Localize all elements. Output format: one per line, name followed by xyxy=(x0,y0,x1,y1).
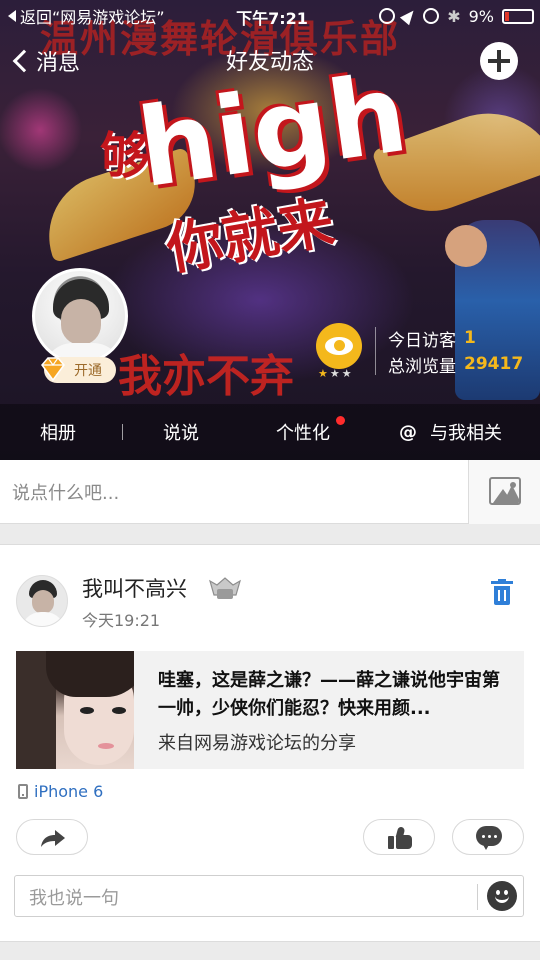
cover-dancer-head xyxy=(445,225,487,267)
tab-personalize-label: 个性化 xyxy=(276,423,330,444)
level-badge-icon xyxy=(209,577,241,599)
thumb-bangs xyxy=(46,651,134,697)
visitor-level-stars: ★ ★ ★ xyxy=(318,367,362,381)
share-button[interactable] xyxy=(16,819,88,855)
notification-dot xyxy=(336,416,345,425)
share-icon xyxy=(41,830,65,847)
visitors-today-count: 1 xyxy=(464,328,476,348)
reply-box: 我也说一句 xyxy=(14,875,524,917)
page-title: 好友动态 xyxy=(225,50,314,75)
divider xyxy=(375,327,376,375)
total-views-label: 总浏览量 xyxy=(388,356,456,377)
avatar-face xyxy=(61,299,101,345)
diamond-icon xyxy=(41,357,65,382)
profile-avatar[interactable] xyxy=(32,268,128,364)
thumbs-up-icon xyxy=(388,826,412,849)
tab-related-label: 与我相关 xyxy=(430,423,502,444)
return-to-app-label: 返回“网易游戏论坛” xyxy=(20,8,165,27)
comment-dot xyxy=(488,835,491,838)
star-icon: ★ xyxy=(341,367,352,380)
avatar-shirt xyxy=(21,612,65,626)
visitors-today-label: 今日访客 xyxy=(388,330,456,351)
delete-icon[interactable] xyxy=(491,579,513,605)
thumb-hand xyxy=(396,835,412,849)
tab-personalize[interactable]: 个性化 xyxy=(276,420,330,444)
tab-divider xyxy=(122,424,123,440)
thumb-eye xyxy=(112,707,126,714)
thumb-stem xyxy=(388,836,394,849)
post-author[interactable]: 我叫不高兴 xyxy=(82,573,187,603)
shared-thumbnail xyxy=(16,651,134,769)
thumb-lip xyxy=(98,743,114,749)
avatar-face xyxy=(32,590,54,614)
visitors-today[interactable]: 今日访客 1 xyxy=(388,326,476,351)
trash-bin xyxy=(494,586,510,605)
orientation-lock-icon xyxy=(379,8,396,24)
nav-bar: 消息 好友动态 xyxy=(0,36,540,86)
total-views-count: 29417 xyxy=(464,354,524,374)
tab-moments-label: 说说 xyxy=(163,423,199,444)
reply-placeholder: 我也说一句 xyxy=(29,888,119,909)
star-icon: ★ xyxy=(318,367,328,380)
thumb-eye xyxy=(80,707,94,714)
post-time: 今天19:21 xyxy=(82,611,161,630)
emoji-icon[interactable] xyxy=(487,881,517,911)
back-button[interactable]: 消息 xyxy=(10,42,80,80)
chevron-left-icon xyxy=(12,49,36,73)
back-triangle-icon xyxy=(8,10,16,22)
profile-cover: 温州漫舞轮滑俱乐部 够 high 你就来 我亦不弃 返回“网易游戏论坛” 下午7… xyxy=(0,0,540,460)
feed-post: 我叫不高兴 今天19:21 哇塞，这是薛之谦？——薛之谦说他宇宙第一帅，少侠你们… xyxy=(0,544,540,942)
return-to-app-link[interactable]: 返回“网易游戏论坛” xyxy=(8,5,165,27)
eye-pupil xyxy=(334,340,345,351)
trash-lid xyxy=(491,581,513,584)
tab-related-to-me[interactable]: @ 与我相关 xyxy=(398,420,502,445)
device-name: iPhone 6 xyxy=(34,781,104,801)
vip-open-label: 开通 xyxy=(74,363,102,379)
comment-dot xyxy=(494,835,497,838)
avatar[interactable] xyxy=(16,575,68,627)
tab-moments[interactable]: 说说 xyxy=(163,420,199,444)
image-icon xyxy=(489,477,521,505)
shared-source: 来自网易游戏论坛的分享 xyxy=(158,733,356,754)
tab-album-label: 相册 xyxy=(40,423,76,444)
comment-icon xyxy=(476,826,502,850)
comment-dot xyxy=(482,835,485,838)
reply-input[interactable]: 我也说一句 xyxy=(29,884,469,910)
bluetooth-icon: ✱ xyxy=(447,6,461,26)
profile-tabs: 相册 说说 个性化 @ 与我相关 xyxy=(0,404,540,460)
status-bar: 返回“网易游戏论坛” 下午7:21 ✱ 9% xyxy=(0,0,540,30)
tab-album[interactable]: 相册 xyxy=(40,420,76,444)
alarm-icon xyxy=(423,8,440,24)
status-input-placeholder: 说点什么吧... xyxy=(12,483,120,504)
comment-button[interactable] xyxy=(452,819,524,855)
add-photo-button[interactable] xyxy=(468,460,540,524)
post-composer: 说点什么吧... xyxy=(0,460,540,524)
at-icon: @ xyxy=(399,421,417,443)
battery-icon xyxy=(502,8,534,24)
back-label: 消息 xyxy=(36,51,81,76)
total-views[interactable]: 总浏览量 29417 xyxy=(388,352,524,377)
shared-title: 哇塞，这是薛之谦？——薛之谦说他宇宙第一帅，少侠你们能忍？快来用颜... xyxy=(158,670,500,719)
status-icons: ✱ 9% xyxy=(378,5,534,27)
emoji-mouth xyxy=(495,895,509,903)
location-icon xyxy=(400,6,419,26)
cover-slogan: 我亦不弃 xyxy=(118,351,294,402)
shared-link-card[interactable]: 哇塞，这是薛之谦？——薛之谦说他宇宙第一帅，少侠你们能忍？快来用颜... 来自网… xyxy=(16,651,524,769)
star-icon: ★ xyxy=(329,367,340,380)
status-input[interactable]: 说点什么吧... xyxy=(0,460,468,524)
divider xyxy=(477,884,478,910)
add-icon[interactable] xyxy=(480,42,518,80)
eye-icon[interactable] xyxy=(316,323,362,369)
like-button[interactable] xyxy=(363,819,435,855)
phone-icon xyxy=(18,783,28,799)
battery-percent: 9% xyxy=(468,6,494,26)
device-label[interactable]: iPhone 6 xyxy=(18,779,103,803)
status-time: 下午7:21 xyxy=(236,9,308,28)
image-icon-sun xyxy=(510,482,516,488)
